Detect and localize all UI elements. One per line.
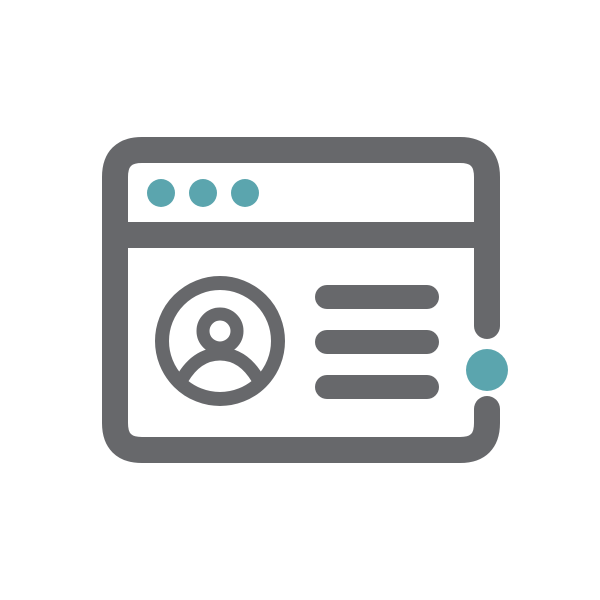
- browser-user-profile-icon: [102, 137, 508, 463]
- window-dot-icon: [189, 179, 217, 207]
- window-dot-icon: [231, 179, 259, 207]
- status-dot-icon: [466, 349, 508, 391]
- user-avatar-icon: [155, 276, 285, 406]
- window-dot-icon: [147, 179, 175, 207]
- icon-canvas: [0, 0, 600, 600]
